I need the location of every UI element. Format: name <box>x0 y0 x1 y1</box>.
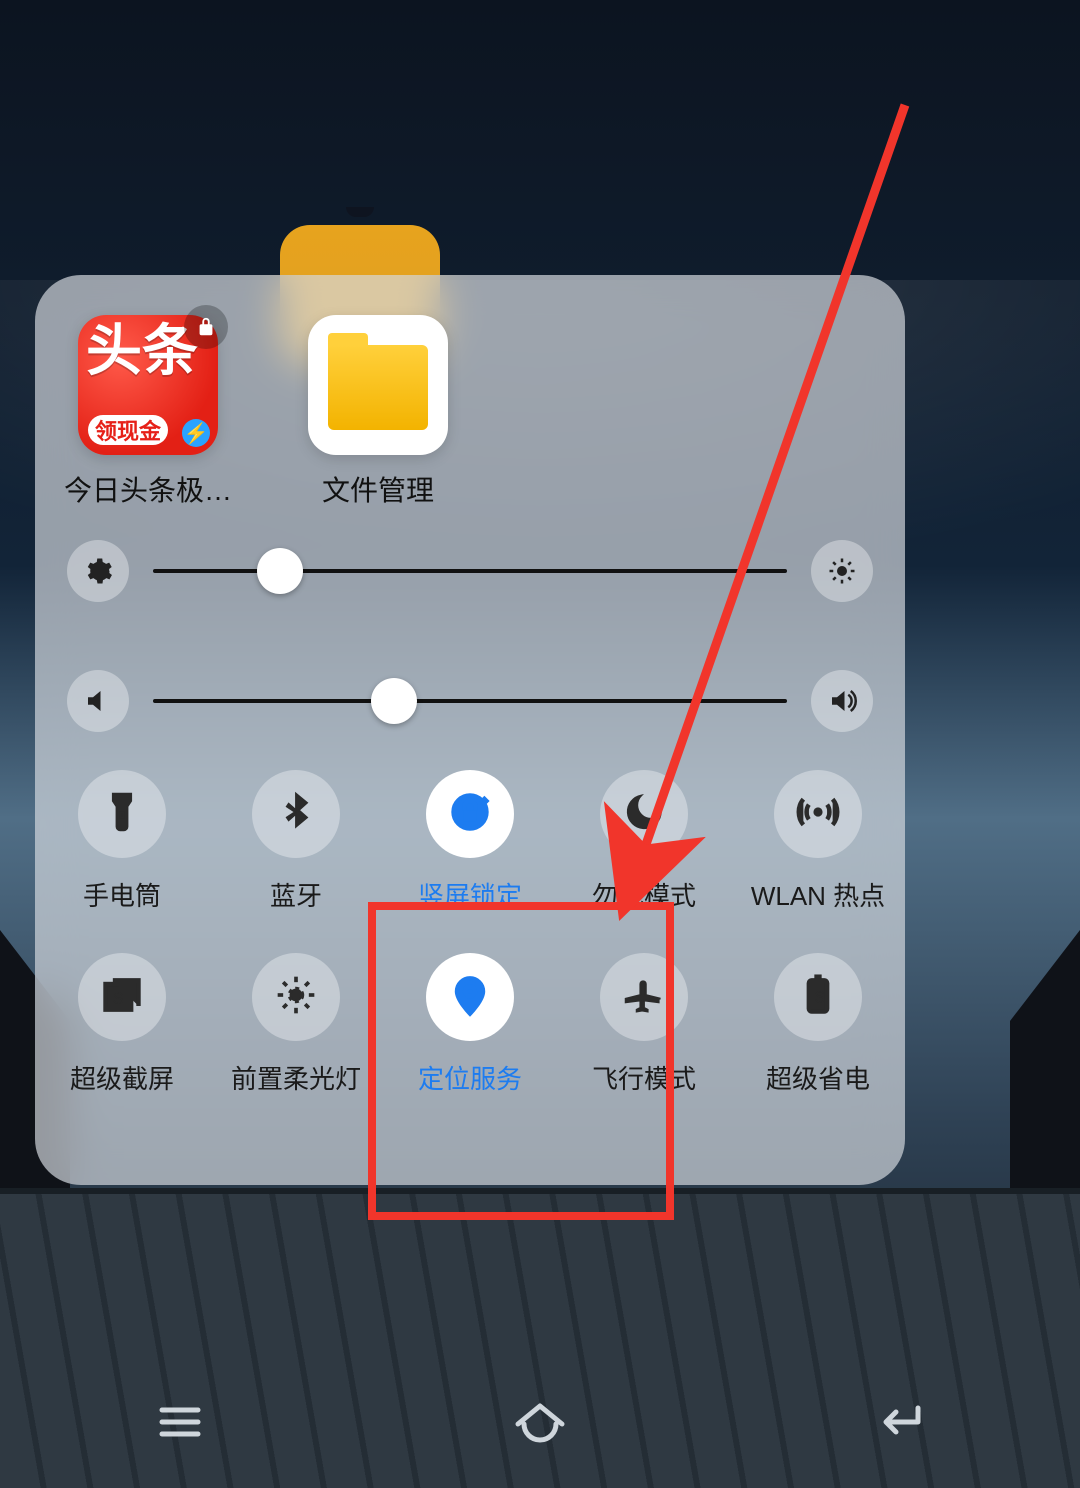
超级截屏-icon: S <box>100 973 144 1022</box>
volume-low-icon <box>83 686 113 716</box>
toggle-icon-circle <box>252 770 340 858</box>
toggle-前置柔光灯[interactable]: 前置柔光灯 <box>209 953 383 1096</box>
toggle-label: 飞行模式 <box>592 1059 696 1096</box>
gear-icon <box>83 556 113 586</box>
volume-slider-row <box>67 670 873 732</box>
app-tile: 头条 领现金 ⚡ <box>78 315 218 455</box>
WLAN 热点-icon <box>796 790 840 839</box>
蓝牙-icon <box>274 790 318 839</box>
toggle-label: 超级省电 <box>766 1059 870 1096</box>
control-center-panel: 头条 领现金 ⚡ 今日头条极… 文件管理 <box>35 275 905 1185</box>
home-button[interactable] <box>510 1398 570 1451</box>
toggle-label: 前置柔光灯 <box>231 1059 361 1096</box>
brightness-slider-row <box>67 540 873 602</box>
volume-high-icon <box>827 686 857 716</box>
home-icon <box>510 1398 570 1446</box>
toggle-竖屏锁定[interactable]: 竖屏锁定 <box>383 770 557 913</box>
手电筒-icon <box>100 790 144 839</box>
slider-thumb[interactable] <box>371 678 417 724</box>
recent-apps-row: 头条 领现金 ⚡ 今日头条极… 文件管理 <box>73 315 453 509</box>
navigation-bar <box>0 1360 1080 1488</box>
toggle-label: 定位服务 <box>418 1059 522 1096</box>
settings-button[interactable] <box>67 540 129 602</box>
app-artwork-text: 头条 <box>86 323 198 379</box>
toggle-飞行模式[interactable]: 飞行模式 <box>557 953 731 1096</box>
前置柔光灯-icon <box>274 973 318 1022</box>
toggle-WLAN 热点[interactable]: WLAN 热点 <box>731 770 905 913</box>
toggle-icon-circle <box>78 770 166 858</box>
quick-toggles-grid: 手电筒 蓝牙 竖屏锁定 勿扰模式 WLAN 热点 S 超级截屏 前置柔光灯 定位服务 飞行模式 S 超… <box>35 770 905 1096</box>
toggle-label: 蓝牙 <box>270 876 322 913</box>
app-tile <box>308 315 448 455</box>
勿扰模式-icon <box>622 790 666 839</box>
lock-icon <box>184 305 228 349</box>
bolt-icon: ⚡ <box>182 419 210 447</box>
volume-max-button[interactable] <box>811 670 873 732</box>
svg-text:S: S <box>814 988 825 1006</box>
volume-slider[interactable] <box>153 699 787 703</box>
toggle-label: 竖屏锁定 <box>418 876 522 913</box>
toggle-超级省电[interactable]: S 超级省电 <box>731 953 905 1096</box>
auto-brightness-button[interactable] <box>811 540 873 602</box>
app-label: 文件管理 <box>322 469 434 509</box>
back-icon <box>870 1398 930 1446</box>
toggle-label: 勿扰模式 <box>592 876 696 913</box>
定位服务-icon <box>448 973 492 1022</box>
竖屏锁定-icon <box>448 790 492 839</box>
toggle-icon-circle <box>774 770 862 858</box>
toggle-icon-circle <box>600 770 688 858</box>
toggle-手电筒[interactable]: 手电筒 <box>35 770 209 913</box>
menu-icon <box>150 1398 210 1446</box>
toggle-勿扰模式[interactable]: 勿扰模式 <box>557 770 731 913</box>
toggle-蓝牙[interactable]: 蓝牙 <box>209 770 383 913</box>
toggle-label: 手电筒 <box>83 876 161 913</box>
recent-app-filemanager[interactable]: 文件管理 <box>303 315 453 509</box>
recent-app-toutiao[interactable]: 头条 领现金 ⚡ 今日头条极… <box>73 315 223 509</box>
toggle-icon-circle <box>252 953 340 1041</box>
recents-button[interactable] <box>150 1398 210 1451</box>
超级省电-icon: S <box>796 973 840 1022</box>
toggle-超级截屏[interactable]: S 超级截屏 <box>35 953 209 1096</box>
slider-thumb[interactable] <box>257 548 303 594</box>
toggle-label: WLAN 热点 <box>751 876 885 913</box>
飞行模式-icon <box>622 973 666 1022</box>
mute-button[interactable] <box>67 670 129 732</box>
svg-text:S: S <box>113 990 124 1008</box>
app-artwork-badge: 领现金 <box>88 415 168 445</box>
app-label: 今日头条极… <box>64 469 232 509</box>
folder-icon <box>328 345 428 430</box>
toggle-icon-circle <box>426 770 514 858</box>
brightness-icon <box>827 556 857 586</box>
back-button[interactable] <box>870 1398 930 1451</box>
brightness-slider[interactable] <box>153 569 787 573</box>
toggle-icon-circle: S <box>774 953 862 1041</box>
toggle-icon-circle: S <box>78 953 166 1041</box>
toggle-icon-circle <box>426 953 514 1041</box>
toggle-定位服务[interactable]: 定位服务 <box>383 953 557 1096</box>
toggle-label: 超级截屏 <box>70 1059 174 1096</box>
toggle-icon-circle <box>600 953 688 1041</box>
